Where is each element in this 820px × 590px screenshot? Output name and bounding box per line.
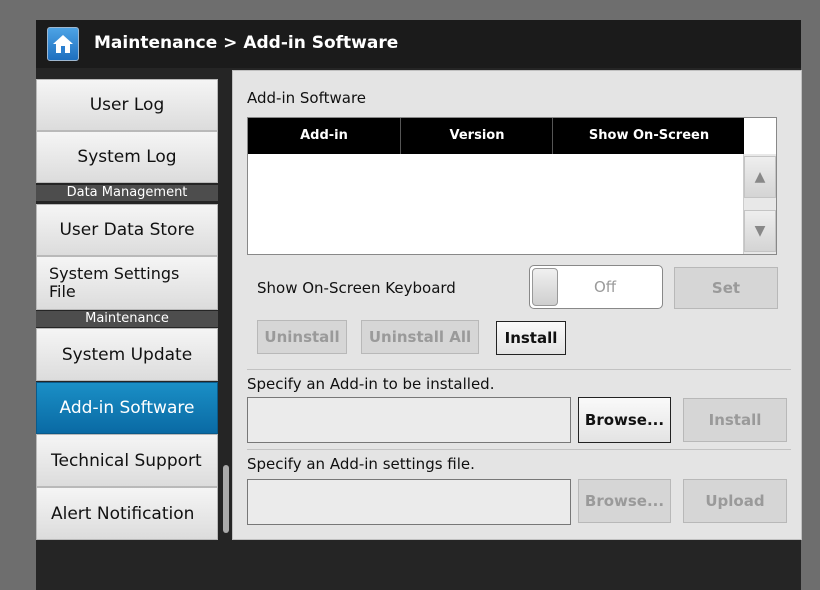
uninstall-all-button[interactable]: Uninstall All bbox=[361, 320, 479, 354]
browse-settings-button[interactable]: Browse... bbox=[578, 479, 671, 523]
sidebar-item-label: Technical Support bbox=[51, 450, 202, 471]
toggle-state: Off bbox=[594, 278, 617, 296]
browse-addin-button[interactable]: Browse... bbox=[578, 397, 671, 443]
sidebar-item-user-log[interactable]: User Log bbox=[36, 79, 218, 131]
home-button[interactable] bbox=[47, 27, 79, 61]
sidebar-item-label: System Settings File bbox=[49, 264, 180, 301]
page-title: Maintenance > Add-in Software bbox=[94, 33, 399, 53]
sidebar-item-label: Alert Notification bbox=[51, 503, 195, 524]
divider bbox=[247, 369, 791, 370]
section-title: Add-in Software bbox=[247, 89, 367, 107]
sidebar-item-system-update[interactable]: System Update bbox=[36, 328, 218, 381]
sidebar-section-maintenance: Maintenance bbox=[36, 311, 218, 327]
sidebar-item-label: System Update bbox=[61, 344, 193, 365]
settings-file-label: Specify an Add-in settings file. bbox=[247, 455, 475, 473]
sidebar: User Log System Log Data Management User… bbox=[36, 74, 218, 540]
sidebar-item-system-log[interactable]: System Log bbox=[36, 131, 218, 183]
install-button[interactable]: Install bbox=[496, 321, 566, 355]
scroll-down-button[interactable]: ▼ bbox=[744, 210, 776, 252]
sidebar-item-technical-support[interactable]: Technical Support bbox=[36, 434, 218, 487]
install-addin-label: Specify an Add-in to be installed. bbox=[247, 375, 495, 393]
table-scrollbar[interactable]: ▲ ▼ bbox=[743, 154, 776, 254]
uninstall-button[interactable]: Uninstall bbox=[257, 320, 347, 354]
toggle-knob[interactable] bbox=[532, 268, 558, 306]
install-addin-button[interactable]: Install bbox=[683, 398, 787, 442]
column-header-add-in[interactable]: Add-in bbox=[248, 118, 400, 154]
set-button[interactable]: Set bbox=[674, 267, 778, 309]
sidebar-item-label: User Data Store bbox=[59, 220, 195, 240]
arrow-down-icon: ▼ bbox=[754, 223, 766, 239]
table-header: Add-in Version Show On-Screen Keyboard bbox=[248, 118, 745, 179]
addin-file-field[interactable] bbox=[247, 397, 571, 443]
sidebar-item-label: Add-in Software bbox=[59, 398, 195, 418]
sidebar-section-data-management: Data Management bbox=[36, 185, 218, 201]
arrow-up-icon: ▲ bbox=[754, 169, 766, 185]
home-icon bbox=[53, 35, 73, 53]
divider bbox=[247, 449, 791, 450]
settings-file-field[interactable] bbox=[247, 479, 571, 525]
main-panel: Add-in Software Add-in Version Show On-S… bbox=[232, 70, 802, 540]
upload-button[interactable]: Upload bbox=[683, 479, 787, 523]
sidebar-scrollbar[interactable] bbox=[223, 465, 229, 533]
sidebar-item-add-in-software[interactable]: Add-in Software bbox=[36, 382, 218, 434]
sidebar-item-user-data-store[interactable]: User Data Store bbox=[36, 204, 218, 256]
keyboard-label: Show On-Screen Keyboard bbox=[257, 279, 456, 297]
sidebar-item-system-settings-file[interactable]: System Settings File bbox=[36, 256, 218, 310]
keyboard-toggle[interactable]: Off bbox=[529, 265, 663, 309]
header-bar: Maintenance > Add-in Software bbox=[36, 20, 801, 68]
column-header-version[interactable]: Version bbox=[400, 118, 553, 154]
sidebar-item-alert-notification[interactable]: Alert Notification bbox=[36, 487, 218, 540]
bottom-bar bbox=[36, 540, 801, 590]
addin-table: Add-in Version Show On-Screen Keyboard ▲… bbox=[247, 117, 777, 255]
column-header-show-keyboard[interactable]: Show On-Screen Keyboard bbox=[552, 118, 745, 179]
sidebar-item-label: System Log bbox=[77, 147, 177, 167]
app-frame: Maintenance > Add-in Software User Log S… bbox=[36, 20, 802, 590]
sidebar-item-label: User Log bbox=[89, 95, 165, 115]
scroll-up-button[interactable]: ▲ bbox=[744, 156, 776, 198]
